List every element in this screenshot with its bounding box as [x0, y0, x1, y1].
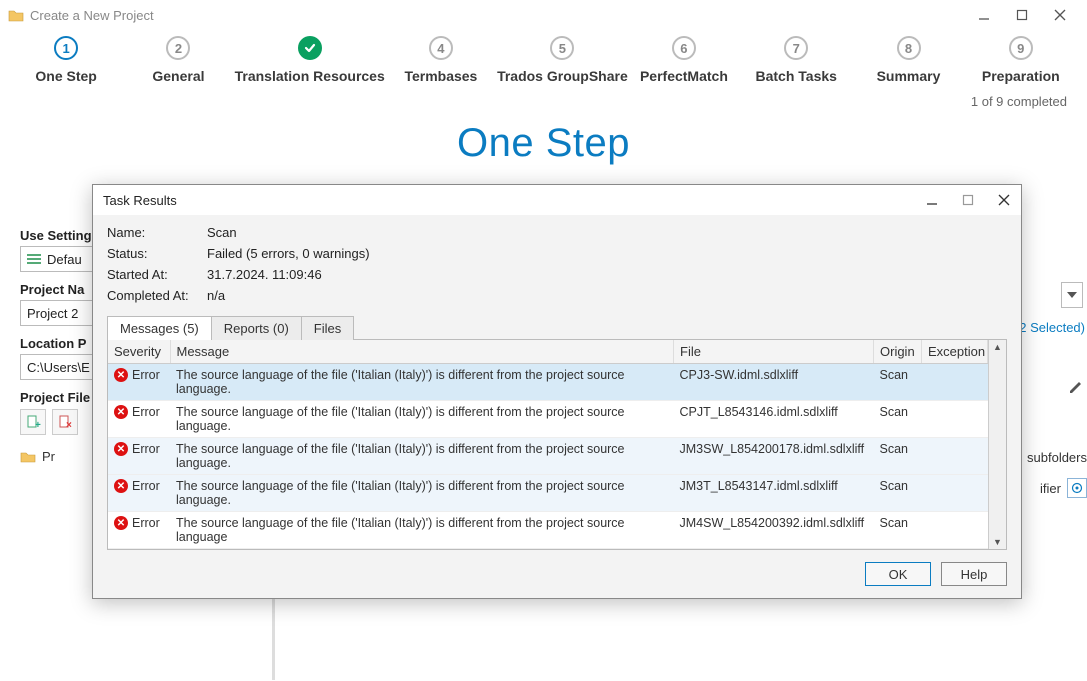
use-settings-value: Defau: [47, 252, 82, 267]
wizard-step-perfectmatch[interactable]: 6 PerfectMatch: [628, 36, 740, 84]
wizard-step-termbases[interactable]: 4 Termbases: [385, 36, 497, 84]
wizard-step-general[interactable]: 2 General: [122, 36, 234, 84]
step-circle: 4: [429, 36, 453, 60]
remove-file-button[interactable]: ×: [52, 409, 78, 435]
window-title: Create a New Project: [30, 8, 977, 23]
scroll-down-arrow[interactable]: ▼: [993, 535, 1002, 549]
maximize-button[interactable]: [1015, 8, 1035, 22]
selected-count-link[interactable]: 2 Selected): [1019, 320, 1085, 335]
wizard-step-translation-resources[interactable]: Translation Resources: [235, 36, 385, 84]
step-circle: 1: [54, 36, 78, 60]
task-results-dialog: Task Results Name:Scan Status:Failed (5 …: [92, 184, 1022, 599]
col-file[interactable]: File: [674, 340, 874, 364]
step-label: Preparation: [982, 68, 1060, 84]
name-value: Scan: [207, 225, 1007, 240]
error-icon: ✕: [114, 479, 128, 493]
close-button[interactable]: [1053, 8, 1073, 22]
wizard-step-preparation[interactable]: 9 Preparation: [965, 36, 1077, 84]
step-circle: 6: [672, 36, 696, 60]
step-circle: 7: [784, 36, 808, 60]
add-file-button[interactable]: +: [20, 409, 46, 435]
step-label: Summary: [877, 68, 941, 84]
scroll-up-arrow[interactable]: ▲: [993, 340, 1002, 354]
tab-files[interactable]: Files: [302, 316, 354, 340]
col-severity[interactable]: Severity: [108, 340, 170, 364]
dialog-titlebar: Task Results: [93, 185, 1021, 215]
status-value: Failed (5 errors, 0 warnings): [207, 246, 1007, 261]
dialog-minimize-button[interactable]: [925, 193, 939, 207]
grid-scrollbar[interactable]: ▲ ▼: [988, 340, 1006, 549]
table-row[interactable]: ✕ErrorThe source language of the file ('…: [108, 364, 988, 401]
started-value: 31.7.2024. 11:09:46: [207, 267, 1007, 282]
dialog-window-controls: [925, 193, 1011, 207]
error-icon: ✕: [114, 368, 128, 382]
col-exception[interactable]: Exception: [922, 340, 988, 364]
minimize-button[interactable]: [977, 8, 997, 22]
wizard-step-one-step[interactable]: 1 One Step: [10, 36, 122, 84]
app-icon: [8, 8, 24, 22]
wizard-step-summary[interactable]: 8 Summary: [852, 36, 964, 84]
step-circle: [298, 36, 322, 60]
error-icon: ✕: [114, 405, 128, 419]
table-row[interactable]: ✕ErrorThe source language of the file ('…: [108, 512, 988, 549]
dialog-maximize-button[interactable]: [961, 193, 975, 207]
dialog-title: Task Results: [103, 193, 925, 208]
name-label: Name:: [107, 225, 207, 240]
list-icon: [27, 253, 41, 265]
dialog-footer: OK Help: [93, 550, 1021, 598]
main-titlebar: Create a New Project: [0, 0, 1087, 30]
col-origin[interactable]: Origin: [874, 340, 922, 364]
svg-text:+: +: [35, 420, 41, 430]
tab-reports[interactable]: Reports (0): [212, 316, 302, 340]
step-label: Trados GroupShare: [497, 68, 628, 84]
completed-label: Completed At:: [107, 288, 207, 303]
completed-value: n/a: [207, 288, 1007, 303]
ok-button[interactable]: OK: [865, 562, 931, 586]
tab-messages[interactable]: Messages (5): [107, 316, 212, 340]
started-label: Started At:: [107, 267, 207, 282]
identifier-row: ifier: [1040, 478, 1087, 498]
table-row[interactable]: ✕ErrorThe source language of the file ('…: [108, 438, 988, 475]
error-icon: ✕: [114, 516, 128, 530]
subfolders-label: subfolders: [1027, 450, 1087, 465]
progress-text: 1 of 9 completed: [0, 88, 1087, 115]
step-label: Termbases: [404, 68, 477, 84]
wizard-steps: 1 One Step 2 General Translation Resources 4 T…: [0, 30, 1087, 88]
page-heading: One Step: [0, 121, 1087, 166]
folder-icon: [20, 450, 36, 463]
step-label: One Step: [35, 68, 96, 84]
dialog-close-button[interactable]: [997, 193, 1011, 207]
col-message[interactable]: Message: [170, 340, 674, 364]
identifier-icon[interactable]: [1067, 478, 1087, 498]
messages-grid: Severity Message File Origin Exception ✕…: [107, 339, 1007, 550]
wizard-step-trados-groupshare[interactable]: 5 Trados GroupShare: [497, 36, 628, 84]
step-circle: 5: [550, 36, 574, 60]
step-label: Translation Resources: [235, 68, 385, 84]
table-row[interactable]: ✕ErrorThe source language of the file ('…: [108, 401, 988, 438]
settings-dropdown-arrow[interactable]: [1061, 282, 1083, 308]
error-icon: ✕: [114, 442, 128, 456]
svg-text:×: ×: [66, 420, 72, 430]
table-row[interactable]: ✕ErrorThe source language of the file ('…: [108, 475, 988, 512]
wizard-step-batch-tasks[interactable]: 7 Batch Tasks: [740, 36, 852, 84]
edit-icon[interactable]: [1067, 378, 1085, 396]
dialog-tabs: Messages (5) Reports (0) Files: [107, 315, 1007, 339]
help-button[interactable]: Help: [941, 562, 1007, 586]
step-label: Batch Tasks: [755, 68, 836, 84]
window-controls: [977, 8, 1073, 22]
step-circle: 2: [166, 36, 190, 60]
status-label: Status:: [107, 246, 207, 261]
step-circle: 8: [897, 36, 921, 60]
step-circle: 9: [1009, 36, 1033, 60]
step-label: General: [152, 68, 204, 84]
step-label: PerfectMatch: [640, 68, 728, 84]
